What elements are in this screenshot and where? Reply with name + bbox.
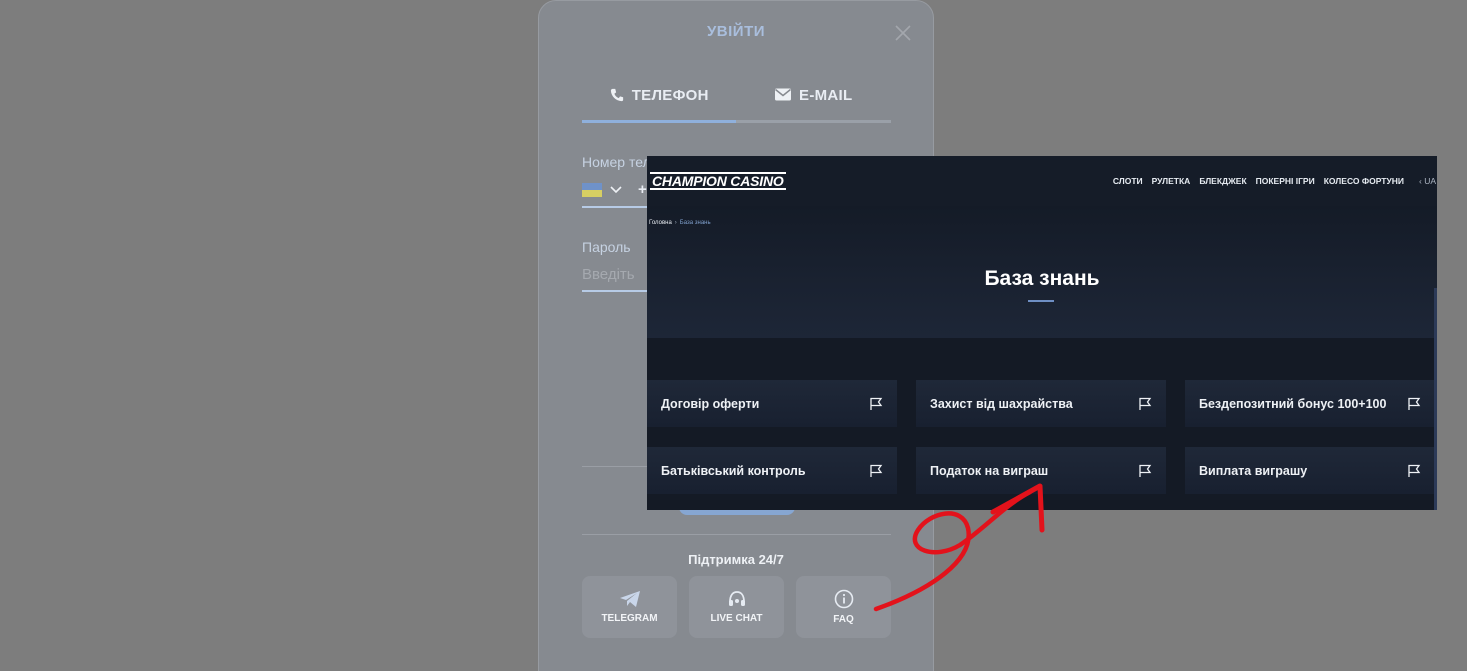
hero-section: Головна › База знань База знань xyxy=(647,206,1437,338)
flag-icon xyxy=(870,464,883,477)
login-tabs: ТЕЛЕФОН E-MAIL xyxy=(582,87,891,123)
kb-card-parental-control[interactable]: Батьківський контроль xyxy=(647,447,897,494)
nav-item-blackjack[interactable]: БЛЕКДЖЕК xyxy=(1199,176,1246,186)
tab-active-indicator xyxy=(582,120,736,123)
phone-label: Номер тел xyxy=(582,154,651,170)
title-underline xyxy=(1028,300,1054,302)
close-icon[interactable] xyxy=(895,25,911,41)
flag-icon xyxy=(1408,397,1421,410)
kb-card-payout[interactable]: Виплата виграшу xyxy=(1185,447,1435,494)
nav-item-wheel-of-fortune[interactable]: КОЛЕСО ФОРТУНИ xyxy=(1324,176,1404,186)
modal-title: УВІЙТИ xyxy=(706,23,766,40)
chevron-down-icon[interactable] xyxy=(610,185,622,194)
kb-card-title: Захист від шахрайства xyxy=(930,396,1073,411)
info-icon xyxy=(834,589,853,609)
telegram-icon xyxy=(619,591,640,607)
kb-card-title: Батьківський контроль xyxy=(661,463,806,478)
logo-text: CHAMPION CASINO xyxy=(652,173,784,189)
kb-card-no-deposit-bonus[interactable]: Бездепозитний бонус 100+100 xyxy=(1185,380,1435,427)
breadcrumb-current: База знань xyxy=(679,220,711,226)
tab-phone-label: ТЕЛЕФОН xyxy=(631,87,709,104)
live-chat-button[interactable]: LIVE CHAT xyxy=(689,576,784,638)
main-nav: СЛОТИ РУЛЕТКА БЛЕКДЖЕК ПОКЕРНІ ІГРИ КОЛЕ… xyxy=(1113,176,1437,186)
envelope-icon xyxy=(775,88,792,101)
nav-item-roulette[interactable]: РУЛЕТКА xyxy=(1152,176,1191,186)
breadcrumb: Головна › База знань xyxy=(649,220,711,226)
flag-icon xyxy=(1139,397,1152,410)
kb-card-title: Податок на виграш xyxy=(930,463,1049,478)
nav-item-poker[interactable]: ПОКЕРНІ ІГРИ xyxy=(1256,176,1315,186)
faq-label: FAQ xyxy=(833,614,854,625)
password-label: Пароль xyxy=(582,239,631,255)
flag-icon xyxy=(1408,464,1421,477)
breadcrumb-home[interactable]: Головна xyxy=(649,220,672,226)
kb-card-title: Договір оферти xyxy=(661,396,760,411)
kb-card-title: Виплата виграшу xyxy=(1199,463,1308,478)
telegram-button[interactable]: TELEGRAM xyxy=(582,576,677,638)
knowledge-base-grid: Договір оферти Захист від шахрайства Без… xyxy=(647,338,1437,510)
kb-card-winnings-tax[interactable]: Податок на виграш xyxy=(916,447,1166,494)
scrollbar-edge xyxy=(1434,288,1437,510)
flag-icon xyxy=(870,397,883,410)
ukraine-flag-icon xyxy=(582,182,602,197)
nav-item-slots[interactable]: СЛОТИ xyxy=(1113,176,1143,186)
support-buttons: TELEGRAM LIVE CHAT FAQ xyxy=(582,576,891,638)
phone-input-row[interactable]: +3 xyxy=(582,181,655,198)
kb-card-fraud-protection[interactable]: Захист від шахрайства xyxy=(916,380,1166,427)
support-title: Підтримка 24/7 xyxy=(688,552,784,567)
champion-casino-logo[interactable]: CHAMPION CASINO xyxy=(650,172,786,190)
kb-card-title: Бездепозитний бонус 100+100 xyxy=(1199,396,1387,411)
faq-button[interactable]: FAQ xyxy=(796,576,891,638)
tab-email[interactable]: E-MAIL xyxy=(737,87,892,123)
tab-email-label: E-MAIL xyxy=(799,87,853,104)
password-input[interactable]: Введіть xyxy=(582,266,635,283)
telegram-label: TELEGRAM xyxy=(601,613,658,624)
headset-icon xyxy=(728,591,745,606)
page-title: База знань xyxy=(984,267,1100,290)
casino-screenshot: CHAMPION CASINO СЛОТИ РУЛЕТКА БЛЕКДЖЕК П… xyxy=(647,156,1437,510)
kb-card-offer-agreement[interactable]: Договір оферти xyxy=(647,380,897,427)
flag-icon xyxy=(1139,464,1152,477)
site-header: CHAMPION CASINO СЛОТИ РУЛЕТКА БЛЕКДЖЕК П… xyxy=(647,156,1437,206)
tab-phone[interactable]: ТЕЛЕФОН xyxy=(582,87,737,123)
breadcrumb-separator: › xyxy=(674,220,677,226)
divider xyxy=(582,534,891,535)
phone-icon xyxy=(610,88,623,102)
live-chat-label: LIVE CHAT xyxy=(710,613,763,624)
language-switcher[interactable]: ‹ UA xyxy=(1419,176,1436,186)
